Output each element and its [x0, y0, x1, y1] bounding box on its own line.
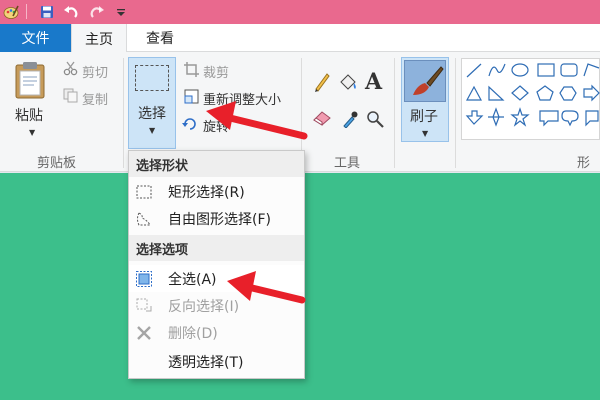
annotation-arrows: [206, 101, 308, 304]
